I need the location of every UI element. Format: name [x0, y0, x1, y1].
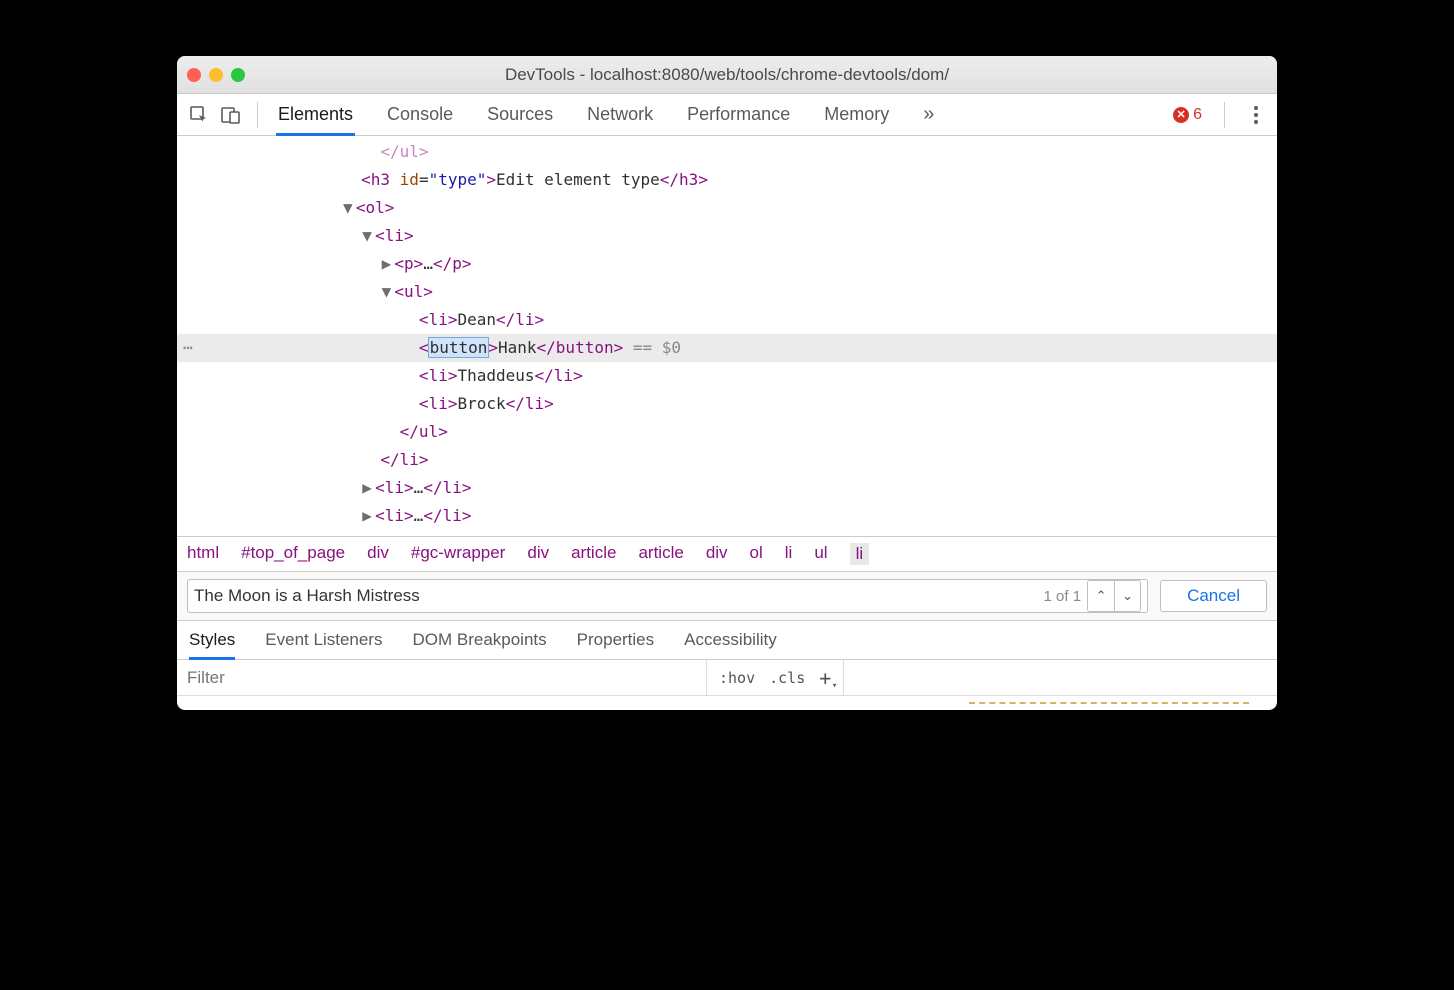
cls-toggle[interactable]: .cls [769, 669, 805, 687]
minimize-window-icon[interactable] [209, 68, 223, 82]
crumb-item[interactable]: div [367, 543, 389, 565]
search-input[interactable] [194, 586, 1038, 606]
search-prev-icon[interactable]: ⌃ [1088, 581, 1114, 611]
dom-node[interactable]: ▼<ul> [177, 278, 1277, 306]
dom-node[interactable]: ▼<li> [177, 222, 1277, 250]
panel-tabs: Elements Console Sources Network Perform… [276, 93, 1169, 136]
dom-node[interactable]: </li> [177, 446, 1277, 474]
search-bar: 1 of 1 ⌃ ⌄ Cancel [177, 571, 1277, 620]
devtools-window: DevTools - localhost:8080/web/tools/chro… [177, 56, 1277, 710]
crumb-item[interactable]: ol [750, 543, 763, 565]
dom-node[interactable]: </ul> [177, 418, 1277, 446]
hov-toggle[interactable]: :hov [719, 669, 755, 687]
crumb-item[interactable]: article [638, 543, 683, 565]
crumb-item[interactable]: article [571, 543, 616, 565]
crumb-item[interactable]: div [527, 543, 549, 565]
zoom-window-icon[interactable] [231, 68, 245, 82]
main-toolbar: Elements Console Sources Network Perform… [177, 94, 1277, 136]
titlebar: DevTools - localhost:8080/web/tools/chro… [177, 56, 1277, 94]
subtab-dom-breakpoints[interactable]: DOM Breakpoints [412, 630, 546, 650]
subtab-event-listeners[interactable]: Event Listeners [265, 630, 382, 650]
tab-memory[interactable]: Memory [822, 94, 891, 135]
dom-node[interactable]: <li>Dean</li> [177, 306, 1277, 334]
subtab-properties[interactable]: Properties [577, 630, 654, 650]
tab-sources[interactable]: Sources [485, 94, 555, 135]
close-window-icon[interactable] [187, 68, 201, 82]
styles-filter-row: :hov .cls +▾ [177, 660, 1277, 696]
dom-node[interactable]: ▼<ol> [177, 194, 1277, 222]
traffic-lights [187, 68, 245, 82]
inspect-element-icon[interactable] [185, 101, 213, 129]
crumb-item[interactable]: #gc-wrapper [411, 543, 506, 565]
error-badge[interactable]: ✕ 6 [1173, 106, 1202, 124]
subtab-accessibility[interactable]: Accessibility [684, 630, 777, 650]
search-match-count: 1 of 1 [1044, 588, 1082, 605]
dom-node[interactable]: </ul> [177, 138, 1277, 166]
breadcrumb: html #top_of_page div #gc-wrapper div ar… [177, 536, 1277, 571]
cancel-button[interactable]: Cancel [1160, 580, 1267, 612]
tab-network[interactable]: Network [585, 94, 655, 135]
dom-node[interactable]: <li>Brock</li> [177, 390, 1277, 418]
tab-console[interactable]: Console [385, 94, 455, 135]
tab-overflow[interactable]: » [921, 93, 936, 136]
dom-node[interactable]: <h3 id="type">Edit element type</h3> [177, 166, 1277, 194]
error-icon: ✕ [1173, 107, 1189, 123]
dom-node[interactable]: <li>Thaddeus</li> [177, 362, 1277, 390]
error-count: 6 [1193, 106, 1202, 124]
crumb-item-current[interactable]: li [850, 543, 870, 565]
search-box: 1 of 1 ⌃ ⌄ [187, 579, 1148, 613]
tag-edit-input[interactable]: button [429, 338, 489, 357]
dom-node[interactable]: </ol> [177, 530, 1277, 536]
new-style-rule-icon[interactable]: +▾ [819, 666, 831, 690]
subtab-styles[interactable]: Styles [189, 630, 235, 650]
dom-node-selected[interactable]: <button>Hank</button> == $0 [177, 334, 1277, 362]
crumb-item[interactable]: html [187, 543, 219, 565]
dom-node[interactable]: ▶<li>…</li> [177, 474, 1277, 502]
bottom-edge [177, 696, 1277, 710]
styles-subtabs: Styles Event Listeners DOM Breakpoints P… [177, 620, 1277, 660]
crumb-item[interactable]: #top_of_page [241, 543, 345, 565]
window-title: DevTools - localhost:8080/web/tools/chro… [177, 65, 1277, 85]
tab-performance[interactable]: Performance [685, 94, 792, 135]
device-toolbar-icon[interactable] [217, 101, 245, 129]
crumb-item[interactable]: li [785, 543, 793, 565]
settings-menu-icon[interactable] [1247, 106, 1265, 124]
search-next-icon[interactable]: ⌄ [1114, 581, 1140, 611]
dom-node[interactable]: ▶<li>…</li> [177, 502, 1277, 530]
tab-elements[interactable]: Elements [276, 94, 355, 135]
box-model-fragment [969, 702, 1249, 706]
crumb-item[interactable]: ul [814, 543, 827, 565]
dom-node[interactable]: ▶<p>…</p> [177, 250, 1277, 278]
dom-tree[interactable]: </ul> <h3 id="type">Edit element type</h… [177, 136, 1277, 536]
crumb-item[interactable]: div [706, 543, 728, 565]
styles-filter-input[interactable] [177, 668, 706, 688]
